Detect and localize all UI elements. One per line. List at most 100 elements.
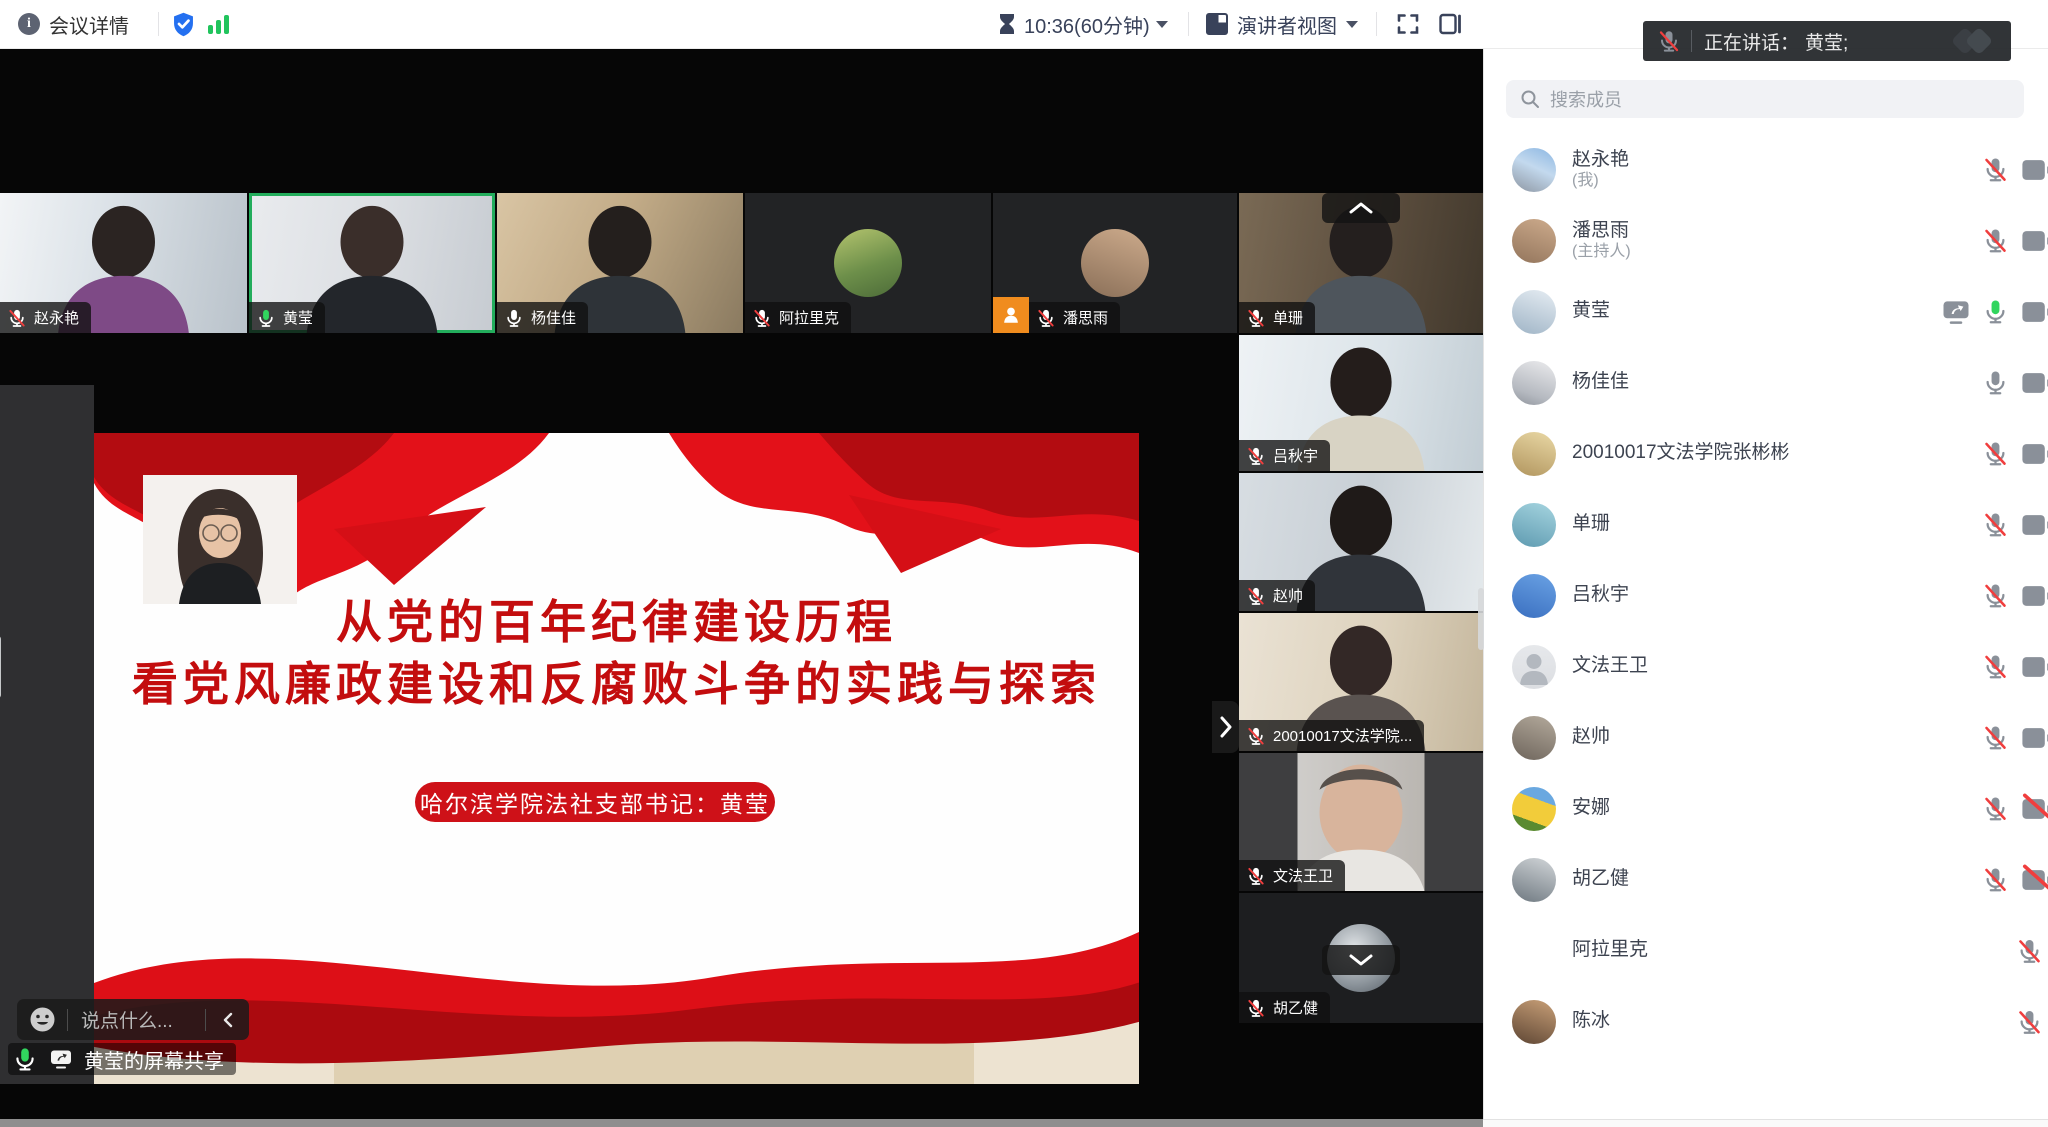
- mic-muted-icon: [1036, 308, 1056, 328]
- mic-muted-icon[interactable]: [1982, 227, 2009, 254]
- participant-name-tag: 胡乙健: [1239, 992, 1330, 1023]
- member-name: 安娜: [1572, 797, 1610, 820]
- participant-video-tile[interactable]: 阿拉里克: [745, 193, 991, 333]
- participant-video-tile[interactable]: 文法王卫: [1239, 753, 1483, 891]
- mic-muted-icon[interactable]: [1982, 511, 2009, 538]
- slide-curtain-right-decoration: [639, 433, 1139, 598]
- participant-video-tile[interactable]: 20010017文法学院...: [1239, 613, 1483, 751]
- avatar: [1512, 361, 1556, 405]
- mic-on-icon[interactable]: [1982, 369, 2009, 396]
- camera-on-icon[interactable]: [2020, 296, 2048, 328]
- member-row[interactable]: 胡乙健: [1484, 844, 2048, 915]
- member-name: 吕秋宇: [1572, 584, 1629, 607]
- camera-on-icon[interactable]: [2020, 154, 2048, 186]
- chat-input[interactable]: 说点什么...: [68, 1006, 205, 1033]
- mic-muted-icon[interactable]: [1982, 440, 2009, 467]
- chevron-down-icon: [1348, 953, 1374, 967]
- mic-speaking-icon[interactable]: [1982, 298, 2009, 325]
- sharing-indicator-icon: [1941, 297, 1971, 327]
- camera-on-icon[interactable]: [2020, 651, 2048, 683]
- member-row[interactable]: 安娜: [1484, 773, 2048, 844]
- filmstrip-next-page-button[interactable]: [1212, 701, 1239, 753]
- mic-muted-icon[interactable]: [1982, 795, 2009, 822]
- participant-video-tile[interactable]: 潘思雨: [993, 193, 1237, 333]
- panel-resize-handle[interactable]: [0, 636, 1, 698]
- member-row[interactable]: 黄莹: [1484, 276, 2048, 347]
- camera-on-icon[interactable]: [2020, 580, 2048, 612]
- member-name: 潘思雨: [1572, 220, 1631, 243]
- timer-dropdown-button[interactable]: [1156, 0, 1168, 48]
- slide-bottom-art: [94, 869, 1139, 1084]
- mic-muted-icon[interactable]: [1982, 582, 2009, 609]
- panel-resize-handle[interactable]: [1478, 588, 1484, 650]
- mic-muted-icon[interactable]: [2016, 1008, 2043, 1035]
- member-row[interactable]: 20010017文法学院张彬彬: [1484, 418, 2048, 489]
- mic-muted-icon[interactable]: [1982, 653, 2009, 680]
- participant-name: 杨佳佳: [531, 307, 576, 328]
- participant-name: 黄莹: [283, 307, 313, 328]
- participant-video-tile[interactable]: 赵帅: [1239, 473, 1483, 611]
- security-shield-button[interactable]: [170, 0, 197, 48]
- mic-speaking-icon: [256, 308, 276, 328]
- meeting-details-button[interactable]: i 会议详情: [18, 0, 129, 48]
- scroll-up-button[interactable]: [1322, 193, 1400, 223]
- member-name: 单珊: [1572, 513, 1610, 536]
- member-row[interactable]: 潘思雨 (主持人): [1484, 205, 2048, 276]
- collapse-chat-button[interactable]: [206, 1012, 249, 1028]
- mic-muted-icon[interactable]: [1982, 724, 2009, 751]
- camera-off-icon[interactable]: [2020, 793, 2048, 825]
- member-row[interactable]: 赵永艳 (我): [1484, 134, 2048, 205]
- participant-name-tag: 赵永艳: [0, 302, 91, 333]
- participant-video-tile[interactable]: 赵永艳: [0, 193, 247, 333]
- participant-name: 吕秋宇: [1273, 445, 1318, 466]
- fullscreen-button[interactable]: [1396, 0, 1420, 48]
- member-row[interactable]: 吕秋宇: [1484, 560, 2048, 631]
- search-members-input[interactable]: 搜索成员: [1506, 80, 2024, 118]
- member-role: (主持人): [1572, 242, 1631, 261]
- participant-video-tile[interactable]: 胡乙健: [1239, 893, 1483, 1023]
- member-row[interactable]: 单珊: [1484, 489, 2048, 560]
- member-name: 赵永艳: [1572, 149, 1629, 172]
- slide-title-line1: 从党的百年纪律建设历程: [94, 595, 1139, 650]
- member-name: 赵帅: [1572, 726, 1610, 749]
- avatar: [1512, 432, 1556, 476]
- member-row[interactable]: 赵帅: [1484, 702, 2048, 773]
- camera-on-icon[interactable]: [2020, 367, 2048, 399]
- mic-muted-icon[interactable]: [1982, 156, 2009, 183]
- side-panel-toggle-button[interactable]: [1438, 0, 1462, 48]
- members-list: 赵永艳 (我) 潘思雨 (主持人) 黄莹: [1484, 134, 2048, 1057]
- camera-on-icon[interactable]: [2020, 722, 2048, 754]
- camera-off-icon[interactable]: [2020, 864, 2048, 896]
- avatar: [1512, 574, 1556, 618]
- member-row[interactable]: 阿拉里克: [1484, 915, 2048, 986]
- camera-on-icon[interactable]: [2020, 225, 2048, 257]
- camera-on-icon[interactable]: [2020, 438, 2048, 470]
- chat-quick-bar: 说点什么...: [17, 999, 249, 1040]
- meeting-window: 从党的百年纪律建设历程 看党风廉政建设和反腐败斗争的实践与探索 哈尔滨学院法社支…: [0, 0, 2048, 1127]
- participant-name-tag: 赵帅: [1239, 580, 1315, 611]
- member-row[interactable]: 杨佳佳: [1484, 347, 2048, 418]
- participant-video-tile[interactable]: 黄莹: [249, 193, 495, 333]
- mic-muted-icon: [1246, 866, 1266, 886]
- mic-muted-icon[interactable]: [2016, 937, 2043, 964]
- emoji-button[interactable]: [17, 1006, 67, 1033]
- participant-name-tag: 潘思雨: [1029, 302, 1120, 333]
- camera-on-icon[interactable]: [2020, 509, 2048, 541]
- network-signal-button[interactable]: [208, 0, 229, 48]
- slide-presenter-badge: 哈尔滨学院法社支部书记：黄莹: [415, 782, 775, 822]
- mic-muted-icon[interactable]: [1982, 866, 2009, 893]
- participant-video-tile[interactable]: 杨佳佳: [497, 193, 743, 333]
- view-mode-button[interactable]: 演讲者视图: [1206, 0, 1358, 48]
- member-role: (我): [1572, 171, 1629, 190]
- participant-video-tile[interactable]: 吕秋宇: [1239, 335, 1483, 471]
- participant-name: 赵帅: [1273, 585, 1303, 606]
- scroll-down-button[interactable]: [1322, 945, 1400, 975]
- divider: [1691, 30, 1692, 52]
- mic-muted-icon: [1246, 308, 1266, 328]
- member-row[interactable]: 陈冰: [1484, 986, 2048, 1057]
- participant-video-tile[interactable]: 单珊: [1239, 193, 1483, 333]
- chevron-down-icon: [1156, 21, 1168, 28]
- participant-avatar: [1081, 229, 1149, 297]
- member-name: 阿拉里克: [1572, 939, 1648, 962]
- member-row[interactable]: 文法王卫: [1484, 631, 2048, 702]
